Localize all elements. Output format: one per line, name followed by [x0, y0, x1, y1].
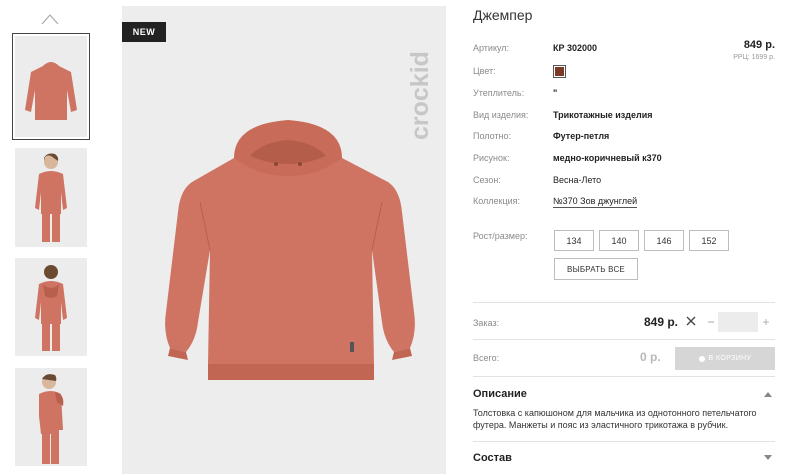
size-option-134[interactable]: 134	[554, 230, 594, 251]
quantity-decrease-button[interactable]: −	[705, 312, 717, 332]
composition-section-header[interactable]: Состав	[473, 452, 512, 464]
thumbnail-hoodie[interactable]	[12, 33, 90, 140]
attr-value-type: Трикотажные изделия	[553, 110, 653, 120]
size-option-140[interactable]: 140	[599, 230, 639, 251]
attr-label-color: Цвет:	[473, 66, 496, 76]
thumbnail-model-front[interactable]	[15, 148, 87, 247]
product-price: 849 р.	[743, 39, 775, 51]
description-section-header[interactable]: Описание	[473, 388, 527, 400]
add-to-cart-button[interactable]: В КОРЗИНУ	[675, 347, 775, 370]
thumbnail-hoodie-image	[25, 62, 77, 120]
rrp-price: РРЦ: 1699 р.	[733, 54, 775, 61]
order-price: 849 р.	[644, 315, 679, 329]
size-option-146[interactable]: 146	[644, 230, 684, 251]
attr-value-article: КР 302000	[553, 43, 598, 53]
attr-label-article: Артикул:	[473, 43, 510, 53]
total-value: 0 р.	[640, 350, 661, 364]
thumbnail-model-side[interactable]	[15, 368, 87, 466]
attr-value-season: Весна-Лето	[553, 175, 602, 185]
hoodie-illustration	[165, 120, 415, 380]
select-all-sizes-button[interactable]: ВЫБРАТЬ ВСЕ	[554, 258, 638, 280]
new-badge: NEW	[122, 22, 166, 42]
color-swatch[interactable]	[553, 65, 566, 78]
attr-label-pattern: Рисунок:	[473, 153, 510, 163]
attr-label-fabric: Полотно:	[473, 131, 512, 141]
thumbnail-model-back[interactable]	[15, 258, 87, 356]
attr-label-season: Сезон:	[473, 175, 501, 185]
divider	[473, 339, 775, 340]
attr-label-insulation: Утеплитель:	[473, 88, 525, 98]
divider	[473, 376, 775, 377]
thumbnails-up-arrow-icon[interactable]	[41, 13, 59, 25]
chevron-up-icon[interactable]	[764, 391, 772, 397]
thumbnail-model-side-image	[39, 374, 64, 464]
attr-label-collection: Коллекция:	[473, 196, 521, 206]
collection-link[interactable]: №370 Зов джунглей	[553, 196, 638, 208]
attr-label-type: Вид изделия:	[473, 110, 529, 120]
attr-value-pattern: медно-коричневый к370	[553, 153, 662, 163]
color-swatch-fill	[555, 67, 564, 76]
size-label: Рост/размер:	[473, 231, 528, 241]
attr-value-fabric: Футер-петля	[553, 131, 610, 141]
main-product-image[interactable]: NEW crockid	[122, 6, 446, 474]
thumbnail-model-front-image	[35, 153, 67, 242]
chevron-down-icon[interactable]	[764, 455, 772, 461]
description-text: Толстовка с капюшоном для мальчика из од…	[473, 408, 757, 430]
product-title: Джемпер	[473, 7, 533, 23]
size-option-152[interactable]: 152	[689, 230, 729, 251]
quantity-increase-button[interactable]: +	[760, 312, 772, 332]
total-label: Всего:	[473, 353, 500, 363]
quantity-input[interactable]	[718, 312, 758, 332]
cart-icon	[698, 355, 705, 362]
order-label: Заказ:	[473, 318, 500, 328]
divider	[473, 441, 775, 442]
thumbnail-model-back-image	[35, 265, 67, 351]
close-icon[interactable]	[686, 316, 696, 326]
divider	[473, 302, 775, 303]
add-to-cart-label: В КОРЗИНУ	[708, 355, 752, 362]
attr-value-insulation: "	[553, 88, 558, 98]
